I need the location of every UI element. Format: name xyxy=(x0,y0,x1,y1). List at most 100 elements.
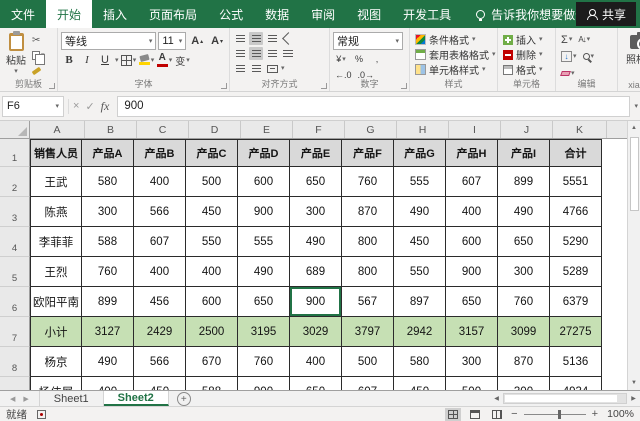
paste-button[interactable]: 粘贴 ▾ xyxy=(3,32,29,78)
sheet-nav-right-icon[interactable]: ▶ xyxy=(23,395,28,403)
row-number[interactable]: 4 xyxy=(0,227,30,257)
scroll-down-icon[interactable]: ▼ xyxy=(628,376,640,390)
cell-D9[interactable]: 588 xyxy=(186,377,238,390)
tab-developer[interactable]: 开发工具 xyxy=(392,0,462,28)
tab-file[interactable]: 文件 xyxy=(0,0,46,28)
column-header-B[interactable]: B xyxy=(85,121,137,138)
conditional-formatting-button[interactable]: 条件格式 ▾ xyxy=(413,32,494,47)
new-sheet-button[interactable]: + xyxy=(177,392,191,406)
cell-J3[interactable]: 490 xyxy=(498,197,550,227)
cancel-entry-icon[interactable]: × xyxy=(73,100,79,112)
hscroll-left-icon[interactable]: ◀ xyxy=(490,395,503,402)
cell-K7[interactable]: 27275 xyxy=(550,317,602,347)
font-dialog-launcher[interactable] xyxy=(221,83,227,89)
cell-F8[interactable]: 400 xyxy=(290,347,342,377)
cell-H3[interactable]: 490 xyxy=(394,197,446,227)
row-number[interactable]: 8 xyxy=(0,347,30,377)
cell-I8[interactable]: 300 xyxy=(446,347,498,377)
cell-F2[interactable]: 650 xyxy=(290,167,342,197)
cell-K6[interactable]: 6379 xyxy=(550,287,602,317)
grow-font-button[interactable]: A▴ xyxy=(188,33,206,49)
wrap-text-button[interactable] xyxy=(281,47,295,60)
cell-J1[interactable]: 产品I xyxy=(498,139,550,167)
cell-A5[interactable]: 王烈 xyxy=(30,257,82,287)
cell-F3[interactable]: 300 xyxy=(290,197,342,227)
zoom-slider[interactable] xyxy=(524,414,586,415)
zoom-in-button[interactable]: + xyxy=(592,408,598,420)
cell-K2[interactable]: 5551 xyxy=(550,167,602,197)
number-format-select[interactable]: 常规 ▾ xyxy=(333,32,403,50)
cell-A6[interactable]: 欧阳平南 xyxy=(30,287,82,317)
fill-color-button[interactable]: ▾ xyxy=(139,52,155,68)
column-header-A[interactable]: A xyxy=(30,121,85,138)
cell-H2[interactable]: 555 xyxy=(394,167,446,197)
align-middle-button[interactable] xyxy=(249,32,263,45)
font-name-select[interactable]: 等线 ▾ xyxy=(61,32,156,50)
cell-D7[interactable]: 2500 xyxy=(186,317,238,347)
clipboard-dialog-launcher[interactable] xyxy=(49,83,55,89)
align-bottom-button[interactable] xyxy=(265,32,279,45)
cell-E2[interactable]: 600 xyxy=(238,167,290,197)
row-number[interactable]: 1 xyxy=(0,139,30,167)
name-box[interactable]: F6 ▾ xyxy=(2,96,64,117)
format-cells-button[interactable]: 格式 ▾ xyxy=(501,62,552,77)
format-as-table-button[interactable]: 套用表格格式 ▾ xyxy=(413,47,494,62)
cell-K8[interactable]: 5136 xyxy=(550,347,602,377)
macro-record-icon[interactable] xyxy=(37,410,46,419)
cell-D5[interactable]: 400 xyxy=(186,257,238,287)
vertical-scroll-thumb[interactable] xyxy=(630,137,639,211)
hscroll-right-icon[interactable]: ▶ xyxy=(627,395,640,402)
decrease-indent-button[interactable] xyxy=(233,62,247,75)
align-top-button[interactable] xyxy=(233,32,247,45)
normal-view-button[interactable] xyxy=(445,408,461,421)
cell-J8[interactable]: 870 xyxy=(498,347,550,377)
cell-D3[interactable]: 450 xyxy=(186,197,238,227)
cell-J7[interactable]: 3099 xyxy=(498,317,550,347)
cell-G9[interactable]: 607 xyxy=(342,377,394,390)
cell-K5[interactable]: 5289 xyxy=(550,257,602,287)
delete-cells-button[interactable]: 删除 ▾ xyxy=(501,47,552,62)
cell-B4[interactable]: 588 xyxy=(82,227,134,257)
cell-F6[interactable]: 900 xyxy=(290,287,342,317)
cell-G2[interactable]: 760 xyxy=(342,167,394,197)
underline-dropdown-icon[interactable]: ▾ xyxy=(115,57,119,64)
cell-G1[interactable]: 产品F xyxy=(342,139,394,167)
zoom-slider-thumb[interactable] xyxy=(558,410,561,419)
font-size-select[interactable]: 11 ▾ xyxy=(158,32,186,50)
cell-G7[interactable]: 3797 xyxy=(342,317,394,347)
italic-button[interactable]: I xyxy=(79,52,95,68)
cell-C8[interactable]: 566 xyxy=(134,347,186,377)
merge-center-button[interactable] xyxy=(265,62,279,75)
horizontal-scrollbar[interactable]: ◀ ▶ xyxy=(490,392,640,405)
comma-format-button[interactable]: , xyxy=(369,52,385,66)
page-layout-view-button[interactable] xyxy=(467,408,483,421)
tab-home[interactable]: 开始 xyxy=(46,0,92,28)
select-all-button[interactable] xyxy=(0,121,30,138)
cell-I1[interactable]: 产品H xyxy=(446,139,498,167)
column-header-G[interactable]: G xyxy=(345,121,397,138)
cell-B8[interactable]: 490 xyxy=(82,347,134,377)
column-header-I[interactable]: I xyxy=(449,121,501,138)
cell-J9[interactable]: 300 xyxy=(498,377,550,390)
cell-D6[interactable]: 600 xyxy=(186,287,238,317)
cell-I4[interactable]: 600 xyxy=(446,227,498,257)
page-break-view-button[interactable] xyxy=(489,408,505,421)
cell-B6[interactable]: 899 xyxy=(82,287,134,317)
cell-K3[interactable]: 4766 xyxy=(550,197,602,227)
cell-F4[interactable]: 490 xyxy=(290,227,342,257)
tab-page-layout[interactable]: 页面布局 xyxy=(138,0,208,28)
cell-A3[interactable]: 陈燕 xyxy=(30,197,82,227)
cell-G4[interactable]: 800 xyxy=(342,227,394,257)
align-center-button[interactable] xyxy=(249,47,263,60)
row-number[interactable]: 9 xyxy=(0,377,30,390)
cell-G3[interactable]: 870 xyxy=(342,197,394,227)
fill-button[interactable]: ↓▾ xyxy=(559,49,579,64)
cell-B3[interactable]: 300 xyxy=(82,197,134,227)
currency-format-button[interactable]: ¥▾ xyxy=(333,52,349,66)
cell-E8[interactable]: 760 xyxy=(238,347,290,377)
row-number[interactable]: 2 xyxy=(0,167,30,197)
share-button[interactable]: 共享 xyxy=(576,2,636,26)
cell-I2[interactable]: 607 xyxy=(446,167,498,197)
column-header-J[interactable]: J xyxy=(501,121,553,138)
font-color-button[interactable]: A ▾ xyxy=(157,52,173,68)
